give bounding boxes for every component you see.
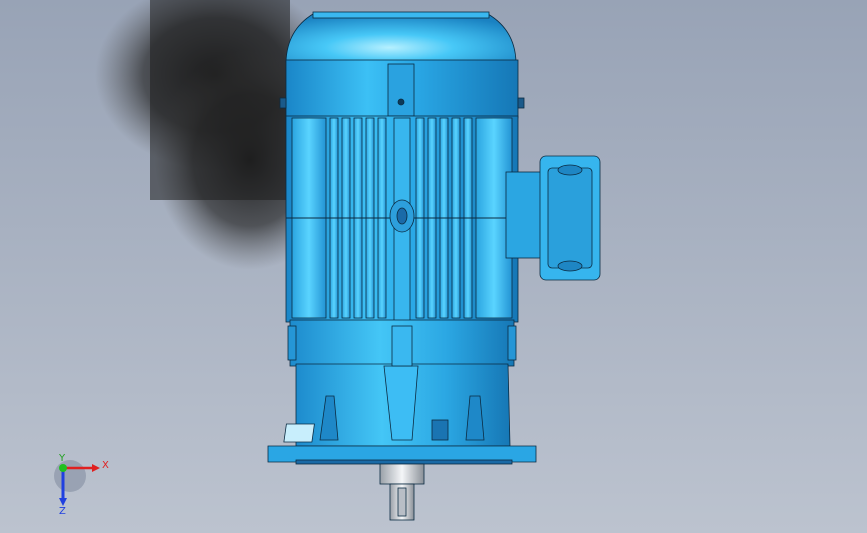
left-bolt — [279, 97, 287, 109]
lifting-eye-hole — [396, 207, 408, 225]
motor-end-cap — [285, 13, 517, 63]
right-bolt — [517, 97, 525, 109]
terminal-box-cover — [547, 167, 593, 269]
cover-screw-top — [557, 164, 583, 176]
shaft-keyway — [397, 487, 407, 517]
band-center-strip — [387, 63, 415, 117]
terminal-box-neck — [505, 171, 543, 259]
lower-ring-right-lug — [507, 325, 517, 361]
y-axis-label: Y — [58, 453, 66, 464]
cover-screw-bottom — [557, 260, 583, 272]
shaft-collar — [379, 463, 425, 485]
rib-connector — [391, 325, 413, 367]
drain-slot — [431, 419, 449, 441]
band-screw — [397, 98, 405, 106]
model-canvas[interactable]: X Y Z — [0, 0, 867, 533]
lower-ring-left-lug — [287, 325, 297, 361]
x-axis-label: X — [102, 460, 109, 471]
z-axis-label: Z — [59, 506, 66, 517]
triad-backdrop — [54, 460, 86, 492]
flange-underside — [295, 459, 513, 465]
cap-rim — [312, 11, 490, 19]
y-axis-dot — [59, 464, 67, 472]
3d-viewport[interactable]: X Y Z — [0, 0, 867, 533]
drain-plate — [283, 423, 315, 443]
